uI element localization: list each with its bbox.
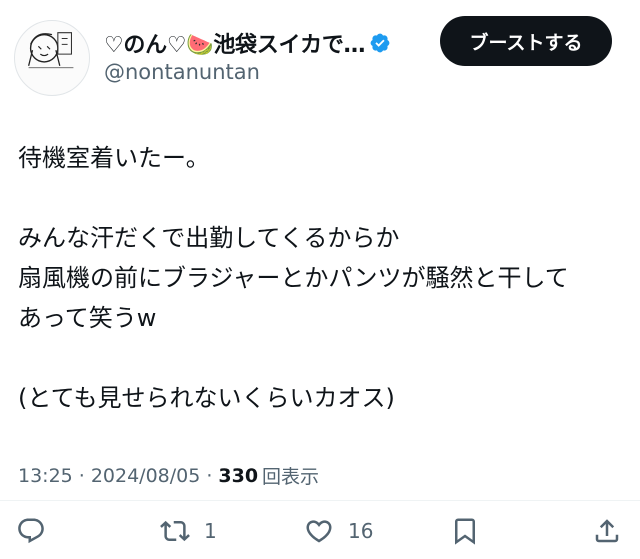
views-label: 回表示 <box>262 466 320 488</box>
like-button[interactable]: 16 <box>304 509 373 553</box>
verified-badge-icon <box>369 32 391 54</box>
tweet-line: (とても見せられないくらいカオス) <box>18 384 395 412</box>
tweet-line <box>18 178 628 218</box>
tweet-line <box>18 338 628 378</box>
display-name[interactable]: ♡のん♡🍉池袋スイカで… <box>104 27 366 59</box>
tweet-time[interactable]: 13:25 <box>18 465 73 487</box>
tweet-line: あって笑うw <box>18 304 157 332</box>
separator: · <box>206 464 213 487</box>
divider <box>0 500 640 501</box>
tweet-line: 扇風機の前にブラジャーとかパンツが騒然と干して <box>18 264 569 292</box>
tweet-text: 待機室着いたー。 みんな汗だくで出勤してくるからか 扇風機の前にブラジャーとかパ… <box>18 138 628 418</box>
views-count[interactable]: 330 <box>218 465 258 487</box>
bookmark-icon <box>455 518 475 545</box>
retweet-count: 1 <box>204 519 217 543</box>
reply-button[interactable] <box>16 509 46 553</box>
author-name-row[interactable]: ♡のん♡🍉池袋スイカで… <box>104 28 391 58</box>
like-count: 16 <box>348 519 374 543</box>
tweet-line: 待機室着いたー。 <box>18 144 210 172</box>
heart-icon <box>306 520 332 543</box>
avatar[interactable] <box>14 20 90 96</box>
boost-button[interactable]: ブーストする <box>440 16 612 66</box>
tweet-date[interactable]: 2024/08/05 <box>91 465 201 487</box>
bookmark-button[interactable] <box>450 509 480 553</box>
share-icon <box>595 519 619 543</box>
tweet-line: みんな汗だくで出勤してくるからか <box>18 224 400 252</box>
avatar-drawing <box>28 32 74 69</box>
separator: · <box>78 464 85 487</box>
tweet-header: ♡のん♡🍉池袋スイカで… @nontanuntan ブーストする <box>0 0 640 100</box>
reply-icon <box>18 518 44 544</box>
retweet-icon <box>160 520 190 542</box>
action-bar: 1 16 <box>0 509 640 553</box>
share-button[interactable] <box>592 509 622 553</box>
retweet-button[interactable]: 1 <box>160 509 217 553</box>
tweet-metadata: 13:25 · 2024/08/05 · 330 回表示 <box>18 462 319 489</box>
author-handle[interactable]: @nontanuntan <box>104 60 260 84</box>
